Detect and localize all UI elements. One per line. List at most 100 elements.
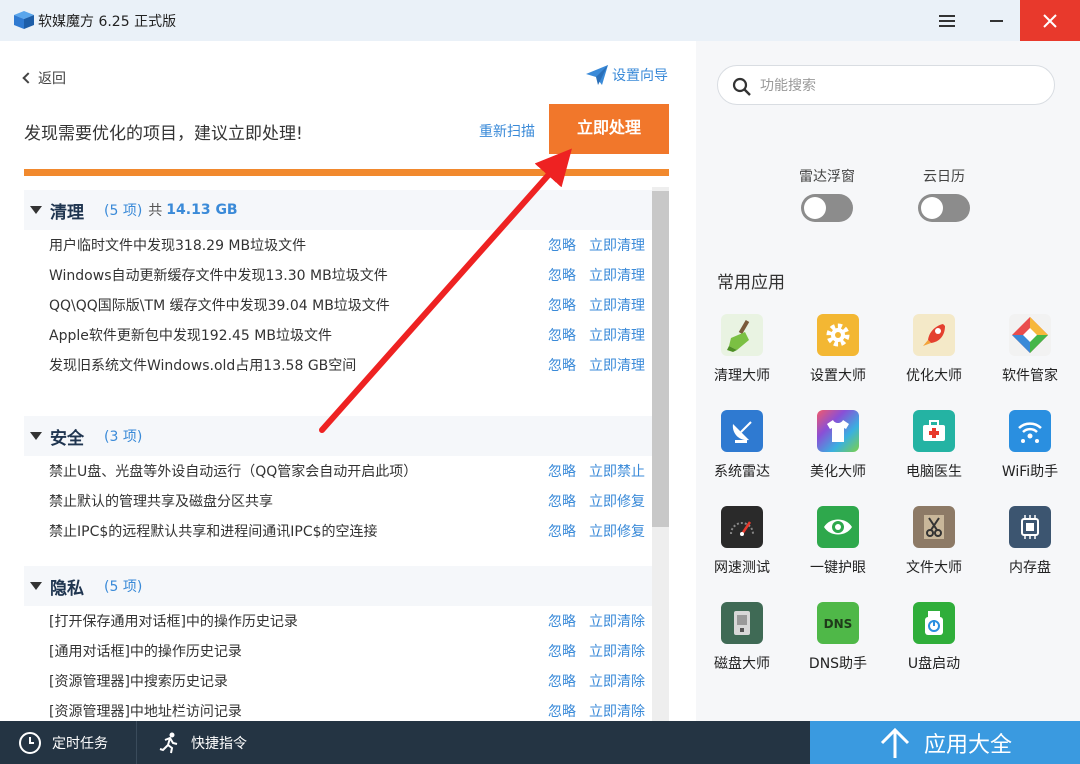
action-link[interactable]: 立即修复 bbox=[589, 491, 645, 511]
section-header[interactable]: 隐私 (5 项) bbox=[24, 566, 652, 606]
shortcut-command-button[interactable]: 快捷指令 bbox=[136, 721, 271, 764]
action-link[interactable]: 立即禁止 bbox=[589, 461, 645, 481]
app-window: 软媒魔方 6.25 正式版 返回 设置向导 发现需要优化的项目，建议立即处理! … bbox=[0, 0, 1080, 764]
app-file-master[interactable]: 文件大师 bbox=[894, 506, 974, 577]
section-security: 安全 (3 项) 禁止U盘、光盘等外设自动运行（QQ管家会自动开启此项） 忽略 … bbox=[24, 416, 652, 546]
running-man-icon bbox=[159, 732, 178, 753]
list-item: 禁止U盘、光盘等外设自动运行（QQ管家会自动开启此项） 忽略 立即禁止 bbox=[24, 456, 652, 486]
app-name: 一键护眼 bbox=[810, 560, 866, 576]
toggle-label: 云日历 bbox=[923, 169, 965, 185]
setup-guide-link[interactable]: 设置向导 bbox=[586, 65, 668, 85]
ignore-link[interactable]: 忽略 bbox=[548, 295, 576, 315]
chip-icon bbox=[1009, 506, 1051, 548]
scrollbar-thumb[interactable] bbox=[652, 191, 669, 527]
broom-icon bbox=[721, 314, 763, 356]
action-link[interactable]: 立即清理 bbox=[589, 355, 645, 375]
app-settings[interactable]: 设置大师 bbox=[798, 314, 878, 385]
chevron-left-icon bbox=[22, 72, 34, 84]
app-name: 网速测试 bbox=[714, 560, 770, 576]
action-link[interactable]: 立即清除 bbox=[589, 671, 645, 691]
list-item: Windows自动更新缓存文件中发现13.30 MB垃圾文件 忽略 立即清理 bbox=[24, 260, 652, 290]
ignore-link[interactable]: 忽略 bbox=[548, 521, 576, 541]
action-link[interactable]: 立即清除 bbox=[589, 701, 645, 721]
action-link[interactable]: 立即清理 bbox=[589, 295, 645, 315]
app-name: 系统雷达 bbox=[714, 464, 770, 480]
app-software-manager[interactable]: 软件管家 bbox=[990, 314, 1070, 385]
search-input[interactable] bbox=[760, 74, 1040, 98]
all-apps-button[interactable]: 应用大全 bbox=[810, 721, 1080, 764]
item-text: [资源管理器]中地址栏访问记录 bbox=[49, 704, 242, 720]
app-cleaner[interactable]: 清理大师 bbox=[702, 314, 782, 385]
scheduled-label: 定时任务 bbox=[52, 735, 108, 752]
app-usb-boot[interactable]: U盘启动 bbox=[894, 602, 974, 673]
app-name: 美化大师 bbox=[810, 464, 866, 480]
app-beautify[interactable]: 美化大师 bbox=[798, 410, 878, 481]
ignore-link[interactable]: 忽略 bbox=[548, 671, 576, 691]
section-title: 安全 bbox=[50, 428, 84, 449]
action-link[interactable]: 立即清理 bbox=[589, 235, 645, 255]
process-now-button[interactable]: 立即处理 bbox=[549, 104, 669, 154]
hamburger-icon bbox=[939, 14, 955, 27]
app-name: 内存盘 bbox=[1009, 560, 1051, 576]
list-item: 禁止默认的管理共享及磁盘分区共享 忽略 立即修复 bbox=[24, 486, 652, 516]
ignore-link[interactable]: 忽略 bbox=[548, 491, 576, 511]
action-link[interactable]: 立即清理 bbox=[589, 325, 645, 345]
ignore-link[interactable]: 忽略 bbox=[548, 355, 576, 375]
action-link[interactable]: 立即清除 bbox=[589, 611, 645, 631]
ignore-link[interactable]: 忽略 bbox=[548, 265, 576, 285]
toggle-switch[interactable] bbox=[801, 194, 853, 222]
action-link[interactable]: 立即清除 bbox=[589, 641, 645, 661]
speedometer-icon bbox=[721, 506, 763, 548]
app-dns-assistant[interactable]: DNS DNS助手 bbox=[798, 602, 878, 673]
ignore-link[interactable]: 忽略 bbox=[548, 611, 576, 631]
app-system-radar[interactable]: 系统雷达 bbox=[702, 410, 782, 481]
window-title: 软媒魔方 6.25 正式版 bbox=[38, 14, 177, 30]
list-item: [资源管理器]中搜索历史记录 忽略 立即清除 bbox=[24, 666, 652, 696]
list-item: [资源管理器]中地址栏访问记录 忽略 立即清除 bbox=[24, 696, 652, 721]
list-item: [打开保存通用对话框]中的操作历史记录 忽略 立即清除 bbox=[24, 606, 652, 636]
back-button[interactable]: 返回 bbox=[22, 68, 66, 88]
section-header[interactable]: 安全 (3 项) bbox=[24, 416, 652, 456]
list-item: 用户临时文件中发现318.29 MB垃圾文件 忽略 立即清理 bbox=[24, 230, 652, 260]
app-speed-test[interactable]: 网速测试 bbox=[702, 506, 782, 577]
close-button[interactable] bbox=[1020, 0, 1080, 41]
app-disk-master[interactable]: 磁盘大师 bbox=[702, 602, 782, 673]
progress-bar bbox=[24, 169, 669, 176]
app-wifi-assistant[interactable]: WiFi助手 bbox=[990, 410, 1070, 481]
issue-list[interactable]: 清理 (5 项) 共 14.13 GB 用户临时文件中发现318.29 MB垃圾… bbox=[24, 187, 652, 721]
section-title: 隐私 bbox=[50, 578, 84, 599]
action-link[interactable]: 立即修复 bbox=[589, 521, 645, 541]
ignore-link[interactable]: 忽略 bbox=[548, 461, 576, 481]
item-text: 用户临时文件中发现318.29 MB垃圾文件 bbox=[49, 238, 307, 254]
section-count: (5 项) bbox=[104, 579, 143, 595]
item-text: Windows自动更新缓存文件中发现13.30 MB垃圾文件 bbox=[49, 268, 388, 284]
section-clean: 清理 (5 项) 共 14.13 GB 用户临时文件中发现318.29 MB垃圾… bbox=[24, 190, 652, 380]
app-optimizer[interactable]: 优化大师 bbox=[894, 314, 974, 385]
app-eye-care[interactable]: 一键护眼 bbox=[798, 506, 878, 577]
wifi-icon bbox=[1009, 410, 1051, 452]
section-privacy: 隐私 (5 项) [打开保存通用对话框]中的操作历史记录 忽略 立即清除 [通用… bbox=[24, 566, 652, 721]
ignore-link[interactable]: 忽略 bbox=[548, 641, 576, 661]
app-ram-disk[interactable]: 内存盘 bbox=[990, 506, 1070, 577]
item-text: 禁止IPC$的远程默认共享和进程间通讯IPC$的空连接 bbox=[49, 524, 378, 540]
title-bar: 软媒魔方 6.25 正式版 bbox=[0, 0, 1080, 41]
item-text: 禁止U盘、光盘等外设自动运行（QQ管家会自动开启此项） bbox=[49, 464, 418, 480]
action-link[interactable]: 立即清理 bbox=[589, 265, 645, 285]
app-name: 电脑医生 bbox=[906, 464, 962, 480]
search-box[interactable] bbox=[717, 65, 1055, 105]
minimize-icon bbox=[989, 19, 1003, 22]
bottom-toolbar: 定时任务 快捷指令 bbox=[0, 721, 810, 764]
menu-button[interactable] bbox=[928, 0, 966, 41]
close-icon bbox=[1043, 13, 1057, 28]
ignore-link[interactable]: 忽略 bbox=[548, 701, 576, 721]
app-name: 磁盘大师 bbox=[714, 656, 770, 672]
rescan-link[interactable]: 重新扫描 bbox=[479, 121, 535, 141]
toggle-switch[interactable] bbox=[918, 194, 970, 222]
ignore-link[interactable]: 忽略 bbox=[548, 235, 576, 255]
ignore-link[interactable]: 忽略 bbox=[548, 325, 576, 345]
section-header[interactable]: 清理 (5 项) 共 14.13 GB bbox=[24, 190, 652, 230]
section-count: (3 项) bbox=[104, 429, 143, 445]
minimize-button[interactable] bbox=[977, 0, 1015, 41]
app-pc-doctor[interactable]: 电脑医生 bbox=[894, 410, 974, 481]
scheduled-task-button[interactable]: 定时任务 bbox=[0, 721, 135, 764]
